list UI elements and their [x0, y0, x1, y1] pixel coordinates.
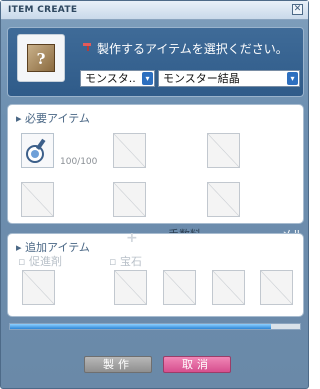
required-slot-2[interactable] [113, 133, 146, 168]
additional-items-section: ▸ 追加アイテム + ▫ 促進剤 ▫ 宝石 [7, 230, 304, 317]
required-slot-3[interactable] [207, 133, 240, 168]
hammer-icon [82, 42, 94, 52]
window-title: ITEM CREATE [8, 5, 78, 15]
required-slot-4[interactable] [21, 182, 54, 217]
gem-slot-4[interactable] [260, 270, 293, 305]
title-bar[interactable]: ITEM CREATE ✕ [1, 1, 308, 20]
gem-label: ▫ 宝石 [109, 255, 142, 268]
chevron-down-icon[interactable]: ▾ [287, 72, 298, 85]
item-select[interactable]: モンスター結晶 ▾ [158, 70, 300, 87]
selection-prompt: 製作するアイテムを選択ください。 [97, 42, 288, 56]
category-select-value: モンスタ.. [85, 72, 136, 85]
gem-label-text: 宝石 [119, 255, 142, 268]
required-items-label: 必要アイテム [25, 112, 90, 125]
catalyst-label-text: 促進剤 [28, 255, 62, 268]
close-icon[interactable]: ✕ [292, 4, 303, 15]
required-slot-1[interactable] [21, 133, 54, 168]
category-select[interactable]: モンスタ.. ▾ [80, 70, 155, 87]
selection-panel: ? 製作するアイテムを選択ください。 モンスタ.. ▾ モンスター結晶 ▾ [7, 27, 304, 97]
required-qty: 100/100 [60, 157, 98, 167]
required-items-section: ▸ 必要アイテム 100/100 [7, 104, 304, 224]
gem-slot-3[interactable] [212, 270, 245, 305]
potion-icon [26, 138, 46, 163]
chevron-down-icon[interactable]: ▾ [142, 72, 153, 85]
gem-slot-1[interactable] [114, 270, 147, 305]
catalyst-slot[interactable] [22, 270, 55, 305]
progress-fill [10, 324, 271, 329]
progress-bar [9, 323, 301, 330]
catalyst-label: ▫ 促進剤 [18, 255, 62, 268]
unknown-item-icon: ? [27, 44, 55, 72]
cancel-button[interactable]: 取消 [163, 356, 231, 373]
selected-item-box: ? [17, 34, 65, 82]
required-items-title: ▸ 必要アイテム [16, 112, 90, 125]
required-slot-6[interactable] [207, 182, 240, 217]
item-create-window: ITEM CREATE ✕ ? 製作するアイテムを選択ください。 モンスタ.. … [0, 0, 309, 389]
make-button[interactable]: 製作 [84, 356, 152, 373]
item-select-value: モンスター結晶 [163, 72, 240, 85]
gem-slot-2[interactable] [163, 270, 196, 305]
required-slot-5[interactable] [113, 182, 146, 217]
plus-icon: + [126, 230, 138, 246]
question-mark: ? [36, 50, 46, 68]
